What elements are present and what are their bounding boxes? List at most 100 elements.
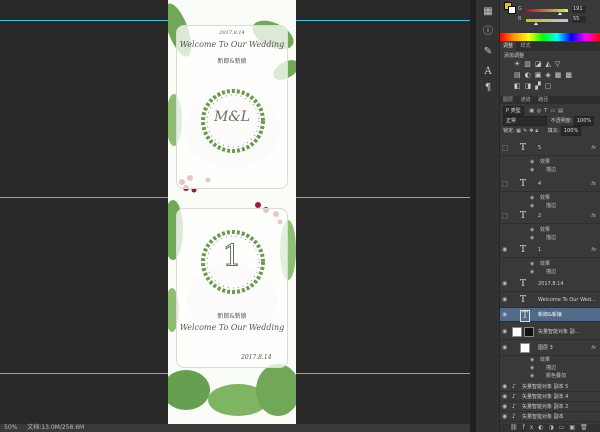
blend-mode-select[interactable]: 正常 [503,116,547,126]
effect-stroke-row[interactable]: ◉ 描边 [500,268,600,276]
eye-icon[interactable]: ◉ [530,364,534,372]
layer-name[interactable]: 2017.8.14 [538,281,563,287]
layer-row[interactable]: ◉ ♪ 矢量智能对象 副本 [500,412,600,422]
visibility-toggle[interactable]: ◉ [502,311,508,318]
opacity-input[interactable]: 100% [573,116,595,126]
adjustment-icons-row3[interactable]: ◧◨▞▢ [514,82,555,90]
layer-name[interactable]: 5 [538,145,541,151]
eye-icon[interactable]: ◉ [530,194,534,202]
adjustment-icons-row1[interactable]: ☀▥◪◭▽ [514,60,564,68]
fx-badge[interactable]: fx [591,247,596,253]
layer-name[interactable]: 矢量智能对象 副... [538,329,579,335]
effects-row[interactable]: ◉ 效果 [500,260,600,268]
layers-footer-icons[interactable]: ⛓fx◐◑▭▣🗑︎ [500,424,600,432]
layer-row[interactable]: ◉ 矢量智能对象 副... [500,324,600,340]
layer-name[interactable]: 矢量智能对象 副本 2 [522,404,568,410]
layer-row[interactable]: ◉ ♪ 矢量智能对象 副本 2 [500,402,600,412]
effect-color-overlay-row[interactable]: ◉ 颜色叠加 [500,372,600,380]
blue-value[interactable]: 55 [572,16,586,23]
brush-preset-icon[interactable]: ✎ [480,44,496,60]
eye-icon[interactable]: ◉ [530,226,534,234]
layer-row[interactable]: T 4 fx [500,176,600,192]
fx-badge[interactable]: fx [591,345,596,351]
layer-name[interactable]: 1 [538,247,541,253]
effects-row[interactable]: ◉ 效果 [500,158,600,166]
layer-row[interactable]: T 2 fx [500,208,600,224]
layer-row[interactable]: ◉ T 1 fx [500,242,600,258]
visibility-toggle[interactable]: ◉ [502,344,508,351]
visibility-toggle[interactable]: ◉ [502,246,508,253]
character-icon[interactable]: A [480,64,496,80]
bottom-card-script: Welcome To Our Wedding [179,323,285,332]
layer-name[interactable]: 4 [538,181,541,187]
eye-icon[interactable]: ◉ [530,356,534,364]
visibility-toggle[interactable]: ◉ [502,413,508,420]
fx-badge[interactable]: fx [591,145,596,151]
visibility-toggle[interactable]: ◉ [502,393,508,400]
layer-name[interactable]: 2 [538,213,541,219]
layer-filter-select[interactable]: P 类型 [503,106,524,116]
layer-row[interactable]: ◉ 图层 3 fx [500,340,600,356]
fill-input[interactable]: 100% [560,126,582,136]
eye-icon[interactable]: ◉ [530,166,534,174]
document-info[interactable]: 文档:13.0M/258.6M [27,424,84,431]
eye-icon[interactable]: ◉ [530,268,534,276]
layer-row[interactable]: T 5 fx [500,140,600,156]
effects-row[interactable]: ◉ 效果 [500,226,600,234]
layer-row[interactable]: ◉ T 2017.8.14 [500,276,600,292]
effect-stroke-row[interactable]: ◉ 描边 [500,234,600,242]
info-icon[interactable]: ⓘ [480,24,496,40]
adjustment-icons-row2[interactable]: ▤◐▣◈▦▩ [514,71,576,79]
bottom-card[interactable]: 1 新郎&新娘 Welcome To Our Wedding 2017.8.14 [176,208,288,368]
paragraph-icon[interactable]: ¶ [480,80,496,96]
color-spectrum[interactable] [500,33,600,41]
layer-row[interactable]: ◉ ♪ 矢量智能对象 副本 4 [500,392,600,402]
background-swatch[interactable] [508,6,516,14]
fx-badge[interactable]: fx [591,181,596,187]
top-card[interactable]: Welcome To Our Wedding 新郎&新娘 M&L 2017.8.… [176,25,288,189]
effects-row[interactable]: ◉ 效果 [500,194,600,202]
tab-adjustments[interactable]: 调整 [500,42,517,51]
layer-row[interactable]: ◉ ♪ 矢量智能对象 副本 5 [500,382,600,392]
stroke-label: 描边 [546,235,557,241]
zoom-level[interactable]: 50% [4,424,17,431]
visibility-toggle[interactable]: ◉ [502,383,508,390]
stroke-label: 描边 [546,167,557,173]
monogram: M&L [213,109,251,125]
visibility-toggle[interactable]: ◉ [502,403,508,410]
canvas-area[interactable]: Welcome To Our Wedding 新郎&新娘 M&L 2017.8.… [0,0,470,424]
effect-stroke-row[interactable]: ◉ 描边 [500,364,600,372]
visibility-toggle[interactable]: ◉ [502,296,508,303]
blue-slider[interactable]: B 55 [518,16,586,25]
layer-name[interactable]: 新郎&新娘 [538,312,562,318]
visibility-toggle[interactable] [502,144,508,151]
filter-icons[interactable]: ▣◎T▭▤ [529,108,566,114]
tab-styles[interactable]: 样式 [518,42,534,51]
eye-icon[interactable]: ◉ [530,234,534,242]
document-canvas[interactable]: Welcome To Our Wedding 新郎&新娘 M&L 2017.8.… [168,0,296,424]
layer-name[interactable]: 矢量智能对象 副本 5 [522,384,568,390]
layer-name[interactable]: 图层 3 [538,345,553,351]
visibility-toggle[interactable]: ◉ [502,280,508,287]
green-thumb[interactable] [558,12,562,15]
fx-badge[interactable]: fx [591,213,596,219]
blue-label: B [518,16,522,22]
eye-icon[interactable]: ◉ [530,372,534,380]
lock-icons[interactable]: ▦✎✥🔒︎ [516,128,540,134]
layer-name[interactable]: 矢量智能对象 副本 [522,414,564,420]
blue-thumb[interactable] [534,22,538,25]
layer-name[interactable]: 矢量智能对象 副本 4 [522,394,568,400]
effects-row[interactable]: ◉ 效果 [500,356,600,364]
eye-icon[interactable]: ◉ [530,158,534,166]
effect-stroke-row[interactable]: ◉ 描边 [500,166,600,174]
layer-row-selected[interactable]: ◉ T 新郎&新娘 [500,308,600,322]
visibility-toggle[interactable] [502,180,508,187]
visibility-toggle[interactable] [502,212,508,219]
eye-icon[interactable]: ◉ [530,260,534,268]
layer-name[interactable]: Welcome To Our Wed... [538,297,596,303]
green-slider[interactable]: G 191 [518,6,586,15]
history-icon[interactable]: ▦ [480,4,496,20]
layer-row[interactable]: ◉ T Welcome To Our Wed... [500,292,600,308]
visibility-toggle[interactable]: ◉ [502,328,508,335]
green-value[interactable]: 191 [572,6,586,13]
